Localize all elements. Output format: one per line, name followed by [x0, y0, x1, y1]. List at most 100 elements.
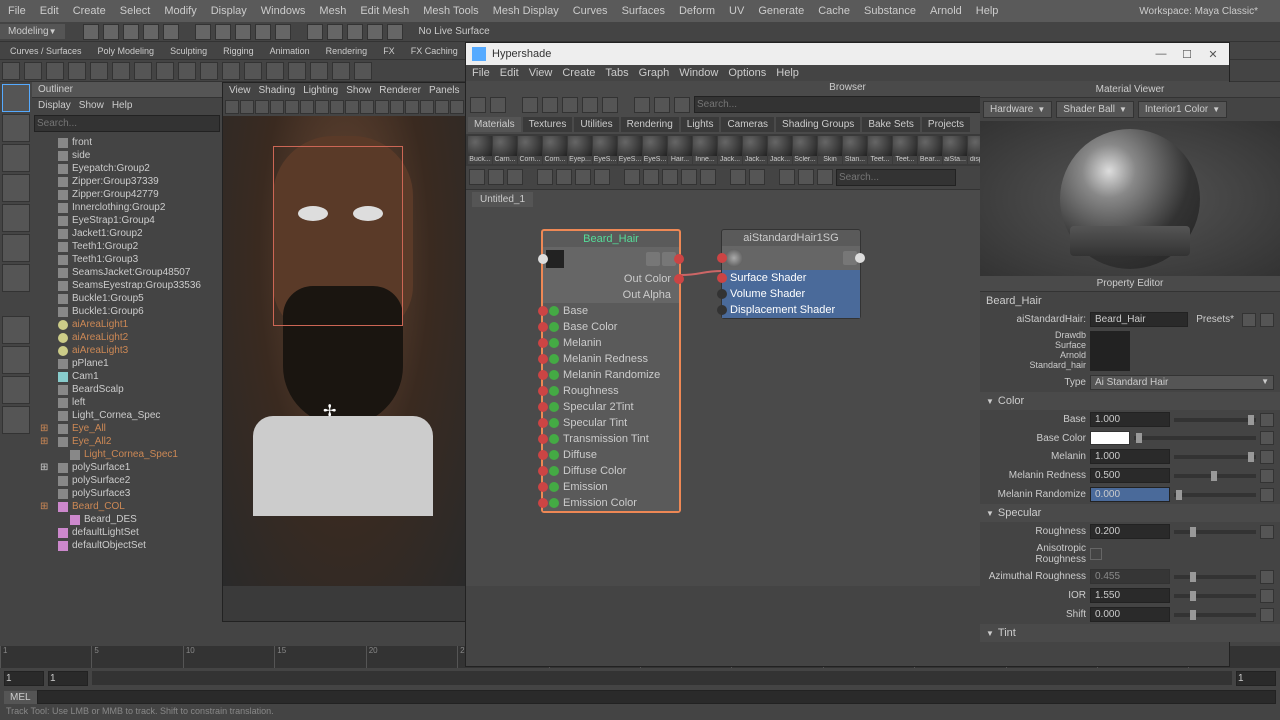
prop-slider[interactable] — [1174, 594, 1256, 598]
select-hier-icon[interactable] — [195, 24, 211, 40]
browser-icon[interactable] — [490, 97, 506, 113]
outliner-menu-display[interactable]: Display — [38, 100, 71, 111]
viewport-canvas[interactable]: ✢ — [223, 116, 466, 586]
prop-value-field[interactable] — [1090, 569, 1170, 584]
mv-renderer-dropdown[interactable]: Hardware▼ — [983, 101, 1052, 118]
menu-select[interactable]: Select — [120, 5, 151, 17]
prop-checkbox[interactable] — [1090, 548, 1102, 560]
outliner-menu-show[interactable]: Show — [79, 100, 104, 111]
port-in[interactable] — [717, 305, 727, 315]
hs-menu-graph[interactable]: Graph — [639, 67, 670, 79]
move-tool-icon[interactable] — [2, 174, 30, 202]
prop-value-field[interactable] — [1090, 449, 1170, 464]
snap-live-icon[interactable] — [347, 24, 363, 40]
menu-create[interactable]: Create — [73, 5, 106, 17]
tree-item[interactable]: SeamsJacket:Group48507 — [34, 266, 220, 279]
tree-item[interactable]: Beard_DES — [34, 513, 220, 526]
node-attr[interactable]: Specular Tint — [543, 415, 679, 431]
port-in[interactable] — [538, 322, 548, 332]
vp-icon[interactable] — [345, 100, 359, 114]
tree-item[interactable]: Buckle1:Group6 — [34, 305, 220, 318]
prop-slider[interactable] — [1174, 474, 1256, 478]
vp-icon[interactable] — [450, 100, 464, 114]
select-comp-icon[interactable] — [235, 24, 251, 40]
tab-cameras[interactable]: Cameras — [721, 117, 774, 132]
hs-menu-edit[interactable]: Edit — [500, 67, 519, 79]
menu-meshtools[interactable]: Mesh Tools — [423, 5, 478, 17]
outliner-menu-help[interactable]: Help — [112, 100, 133, 111]
shelf-btn[interactable] — [24, 62, 42, 80]
node-attr[interactable]: Melanin Redness — [543, 351, 679, 367]
prop-map-button[interactable] — [1260, 431, 1274, 445]
tree-item[interactable]: Zipper:Group37339 — [34, 175, 220, 188]
menu-display[interactable]: Display — [211, 5, 247, 17]
prop-value-field[interactable] — [1090, 588, 1170, 603]
vp-icon[interactable] — [405, 100, 419, 114]
port-in[interactable] — [538, 434, 548, 444]
port-in-main[interactable] — [538, 254, 548, 264]
shelf-btn[interactable] — [310, 62, 328, 80]
port-in[interactable] — [538, 466, 548, 476]
tab-shadinggroups[interactable]: Shading Groups — [776, 117, 860, 132]
hs-menu-file[interactable]: File — [472, 67, 490, 79]
range-start2-field[interactable] — [48, 671, 88, 686]
vp-icon[interactable] — [285, 100, 299, 114]
prop-slider[interactable] — [1174, 613, 1256, 617]
tab-fxcaching[interactable]: FX Caching — [403, 46, 466, 56]
two-h-pane-icon[interactable] — [2, 376, 30, 404]
tree-item[interactable]: ⊞polySurface1 — [34, 461, 220, 474]
tree-item[interactable]: EyeStrap1:Group4 — [34, 214, 220, 227]
nodegraph-tab-untitled[interactable]: Untitled_1 — [472, 192, 533, 207]
ng-icon[interactable] — [730, 169, 746, 185]
vp-icon[interactable] — [375, 100, 389, 114]
tree-item[interactable]: ⊞Beard_COL — [34, 500, 220, 513]
prop-value-field[interactable] — [1090, 468, 1170, 483]
material-swatch[interactable]: Hair... — [668, 136, 692, 164]
sym-off-icon[interactable] — [367, 24, 383, 40]
redo-icon[interactable] — [163, 24, 179, 40]
prop-slider[interactable] — [1174, 493, 1256, 497]
vp-icon[interactable] — [390, 100, 404, 114]
tree-item[interactable]: pPlane1 — [34, 357, 220, 370]
port-in[interactable] — [538, 338, 548, 348]
menu-arnold[interactable]: Arnold — [930, 5, 962, 17]
minimize-button[interactable]: — — [1151, 46, 1171, 62]
node-attr-surfaceshader[interactable]: Surface Shader — [722, 270, 860, 286]
range-slider[interactable] — [92, 671, 1232, 685]
ng-icon[interactable] — [556, 169, 572, 185]
material-swatch[interactable]: Skin — [818, 136, 842, 164]
cmdline-mode-label[interactable]: MEL — [4, 691, 37, 704]
outliner-search-input[interactable] — [34, 115, 220, 132]
range-start-field[interactable] — [4, 671, 44, 686]
snap-curve-icon[interactable] — [275, 24, 291, 40]
vp-icon[interactable] — [240, 100, 254, 114]
vp-menu-show[interactable]: Show — [346, 85, 371, 96]
save-icon[interactable] — [123, 24, 139, 40]
vp-menu-lighting[interactable]: Lighting — [303, 85, 338, 96]
hs-menu-window[interactable]: Window — [679, 67, 718, 79]
shelf-btn[interactable] — [200, 62, 218, 80]
menu-cache[interactable]: Cache — [818, 5, 850, 17]
prop-map-button[interactable] — [1260, 488, 1274, 502]
hypershade-titlebar[interactable]: Hypershade — ☐ ✕ — [466, 43, 1229, 65]
menu-substance[interactable]: Substance — [864, 5, 916, 17]
vp-icon[interactable] — [420, 100, 434, 114]
tab-curves[interactable]: Curves / Surfaces — [2, 46, 90, 56]
node-attr[interactable]: Emission Color — [543, 495, 679, 511]
lasso-tool-icon[interactable] — [2, 114, 30, 142]
prop-slider[interactable] — [1174, 418, 1256, 422]
menu-curves[interactable]: Curves — [573, 5, 608, 17]
last-tool-icon[interactable] — [2, 264, 30, 292]
tree-item[interactable]: Eyepatch:Group2 — [34, 162, 220, 175]
prop-value-field[interactable] — [1090, 524, 1170, 539]
port-out-main[interactable] — [674, 254, 684, 264]
material-swatch[interactable]: Jack... — [743, 136, 767, 164]
material-swatch[interactable]: EyeS... — [593, 136, 617, 164]
tree-item[interactable]: SeamsEyestrap:Group33536 — [34, 279, 220, 292]
node-attr[interactable]: Specular 2Tint — [543, 399, 679, 415]
port-in[interactable] — [717, 289, 727, 299]
node-attr[interactable]: Melanin Randomize — [543, 367, 679, 383]
tree-item[interactable]: polySurface2 — [34, 474, 220, 487]
menuset-dropdown[interactable]: Modeling▼ — [0, 24, 65, 39]
vp-icon[interactable] — [270, 100, 284, 114]
